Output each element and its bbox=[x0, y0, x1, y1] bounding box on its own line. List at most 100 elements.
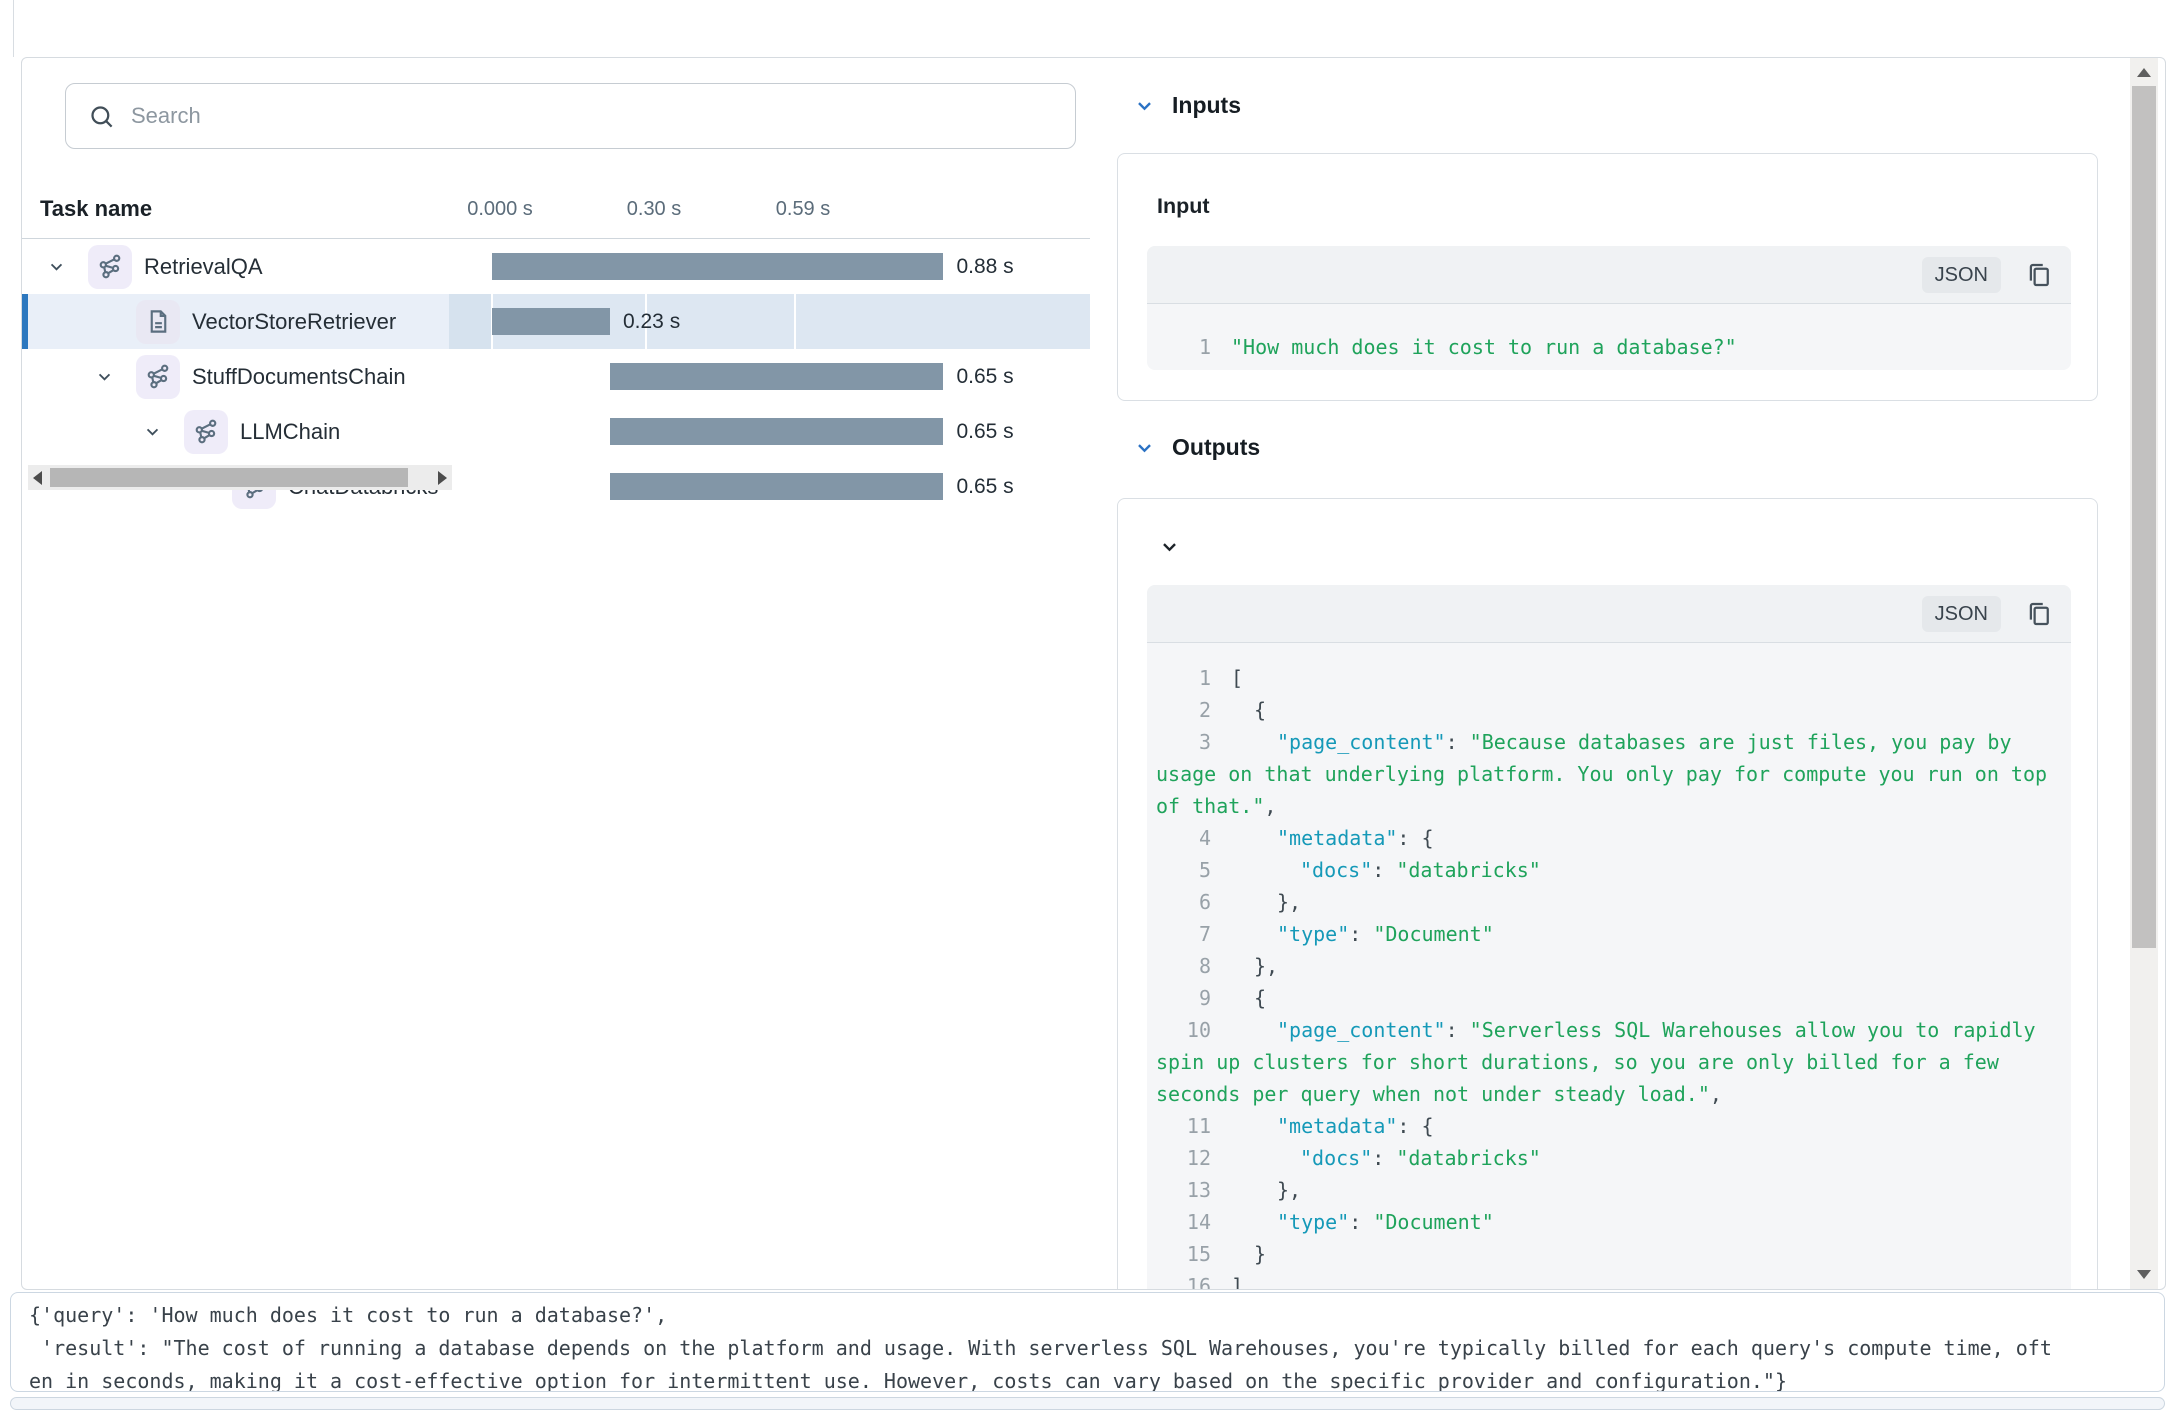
line-number: 5 bbox=[1147, 858, 1211, 882]
json-format-badge[interactable]: JSON bbox=[1922, 257, 2001, 293]
json-token: "metadata" bbox=[1277, 1114, 1397, 1138]
json-line: 1 [ bbox=[1147, 662, 2071, 694]
duration-bar[interactable] bbox=[492, 308, 610, 335]
scroll-left-icon[interactable] bbox=[33, 471, 42, 485]
duration-label: 0.88 s bbox=[956, 239, 1013, 294]
duration-bar[interactable] bbox=[492, 253, 943, 280]
json-token: of that." bbox=[1156, 794, 1264, 818]
inputs-section-header[interactable]: Inputs bbox=[1135, 92, 1241, 119]
copy-button[interactable] bbox=[2023, 259, 2055, 291]
collapsed-next-panel bbox=[10, 1397, 2165, 1410]
expand-chevron-icon[interactable] bbox=[84, 368, 124, 385]
task-row[interactable]: 0.65 s StuffDocumentsChain bbox=[22, 349, 1090, 404]
expand-chevron-icon[interactable] bbox=[36, 258, 76, 275]
json-line-content: "type": "Document" bbox=[1231, 922, 1494, 946]
json-line: seconds per query when not under steady … bbox=[1147, 1078, 2071, 1110]
chain-span-icon bbox=[88, 245, 132, 289]
chain-span-icon bbox=[136, 355, 180, 399]
outputs-title: Outputs bbox=[1172, 434, 1260, 461]
json-line-content: }, bbox=[1231, 1178, 1301, 1202]
line-number: 4 bbox=[1147, 826, 1211, 850]
duration-label: 0.65 s bbox=[956, 349, 1013, 404]
duration-label: 0.23 s bbox=[623, 294, 680, 349]
line-number: 6 bbox=[1147, 890, 1211, 914]
json-line: 6 }, bbox=[1147, 886, 2071, 918]
details-vertical-scrollbar[interactable] bbox=[2130, 58, 2158, 1289]
task-row[interactable]: 0.23 s VectorStoreRetriever bbox=[22, 294, 1090, 349]
json-line-content: "metadata": { bbox=[1231, 1114, 1434, 1138]
result-line: {'query': 'How much does it cost to run … bbox=[29, 1299, 2146, 1332]
chevron-down-icon[interactable] bbox=[1135, 438, 1154, 457]
json-token: "metadata" bbox=[1277, 826, 1397, 850]
collapse-chevron-icon[interactable] bbox=[1160, 537, 1179, 561]
json-line-content: spin up clusters for short durations, so… bbox=[1156, 1050, 1999, 1074]
duration-bar[interactable] bbox=[610, 363, 943, 390]
json-token: : bbox=[1446, 730, 1470, 754]
json-token: : { bbox=[1397, 826, 1433, 850]
duration-bar[interactable] bbox=[610, 418, 943, 445]
duration-bar[interactable] bbox=[610, 473, 943, 500]
search-box[interactable] bbox=[65, 83, 1076, 149]
json-line-content: seconds per query when not under steady … bbox=[1156, 1082, 1722, 1106]
line-number: 7 bbox=[1147, 922, 1211, 946]
horizontal-scrollbar-thumb[interactable] bbox=[50, 468, 408, 487]
json-line: 8 }, bbox=[1147, 950, 2071, 982]
vertical-scrollbar-thumb[interactable] bbox=[2132, 86, 2156, 948]
duration-label: 0.65 s bbox=[956, 459, 1013, 514]
search-input[interactable] bbox=[129, 102, 1075, 130]
gantt-lane: 0.65 s bbox=[449, 459, 1090, 514]
output-code-block: JSON 1 [ 2 { bbox=[1147, 585, 2071, 1290]
gantt-lane: 0.65 s bbox=[449, 349, 1090, 404]
json-token: , bbox=[1710, 1082, 1722, 1106]
result-line: en in seconds, making it a cost-effectiv… bbox=[29, 1365, 2146, 1392]
json-line-content: "type": "Document" bbox=[1231, 1210, 1494, 1234]
search-icon bbox=[88, 103, 115, 130]
json-token: "docs" bbox=[1300, 858, 1372, 882]
expand-chevron-icon[interactable] bbox=[132, 423, 172, 440]
task-row[interactable]: 0.65 s LLMChain bbox=[22, 404, 1090, 459]
json-token: : bbox=[1372, 858, 1396, 882]
input-string-value: "How much does it cost to run a database… bbox=[1231, 335, 1737, 359]
json-token: "type" bbox=[1277, 1210, 1349, 1234]
json-token: "docs" bbox=[1300, 1146, 1372, 1170]
line-number: 14 bbox=[1147, 1210, 1211, 1234]
task-table-header: Task name 0.000 s 0.30 s 0.59 s bbox=[22, 182, 1090, 239]
line-number: 13 bbox=[1147, 1178, 1211, 1202]
json-line: spin up clusters for short durations, so… bbox=[1147, 1046, 2071, 1078]
scroll-up-icon[interactable] bbox=[2137, 68, 2151, 77]
task-name-cell[interactable]: StuffDocumentsChain bbox=[22, 349, 449, 404]
input-code-body: 1 "How much does it cost to run a databa… bbox=[1147, 304, 2071, 370]
copy-button[interactable] bbox=[2023, 598, 2055, 630]
code-block-toolbar: JSON bbox=[1147, 246, 2071, 304]
task-name-cell[interactable]: LLMChain bbox=[22, 404, 449, 459]
outputs-section-header[interactable]: Outputs bbox=[1135, 434, 1260, 461]
json-token: : bbox=[1349, 922, 1373, 946]
task-row[interactable]: 0.88 s RetrievalQA bbox=[22, 239, 1090, 294]
json-token: "Document" bbox=[1373, 922, 1493, 946]
task-name-column-header: Task name bbox=[40, 196, 152, 222]
line-number: 1 bbox=[1147, 335, 1211, 359]
result-line: 'result': "The cost of running a databas… bbox=[29, 1332, 2146, 1365]
json-format-badge[interactable]: JSON bbox=[1922, 596, 2001, 632]
result-output-box: {'query': 'How much does it cost to run … bbox=[10, 1292, 2165, 1392]
json-token: } bbox=[1254, 1242, 1266, 1266]
json-token: , bbox=[1264, 794, 1276, 818]
json-token: "databricks" bbox=[1396, 1146, 1541, 1170]
json-line-content: "page_content": "Serverless SQL Warehous… bbox=[1231, 1018, 2036, 1042]
json-line-content: "docs": "databricks" bbox=[1231, 858, 1541, 882]
code-line: 1 "How much does it cost to run a databa… bbox=[1147, 323, 2071, 370]
task-name-cell[interactable]: RetrievalQA bbox=[22, 239, 449, 294]
json-line-content: "page_content": "Because databases are j… bbox=[1231, 730, 2012, 754]
json-line: 9 { bbox=[1147, 982, 2071, 1014]
scroll-down-icon[interactable] bbox=[2137, 1270, 2151, 1279]
json-token: [ bbox=[1231, 666, 1243, 690]
time-tick-2: 0.59 s bbox=[776, 198, 830, 221]
json-token: : bbox=[1372, 1146, 1396, 1170]
tree-horizontal-scrollbar[interactable] bbox=[28, 465, 452, 490]
json-token: "Because databases are just files, you p… bbox=[1470, 730, 2012, 754]
line-number: 9 bbox=[1147, 986, 1211, 1010]
chevron-down-icon[interactable] bbox=[1135, 96, 1154, 115]
task-name-cell[interactable]: VectorStoreRetriever bbox=[22, 294, 449, 349]
scroll-right-icon[interactable] bbox=[438, 471, 447, 485]
json-token: "Document" bbox=[1373, 1210, 1493, 1234]
